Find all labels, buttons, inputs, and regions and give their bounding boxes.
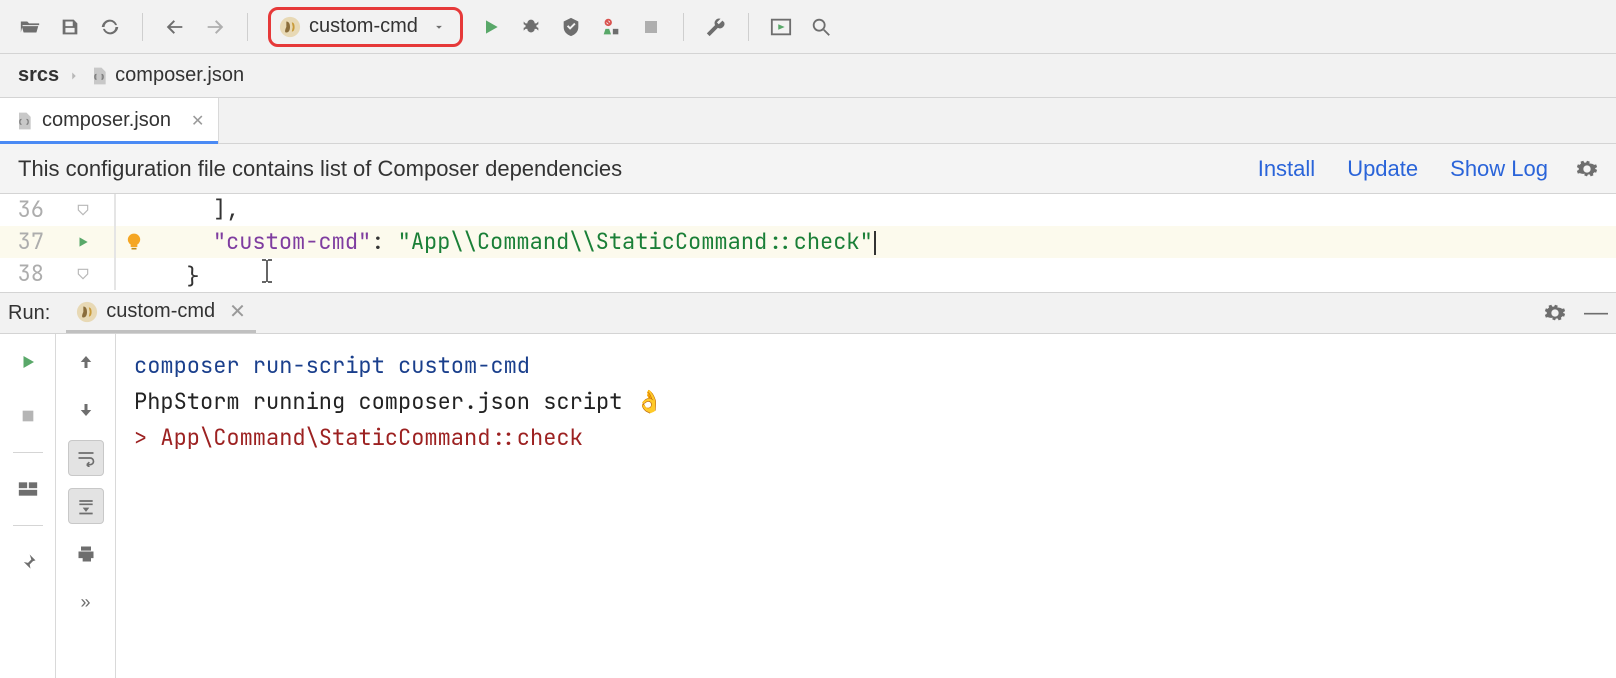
run-icon[interactable] xyxy=(473,9,509,45)
intention-bulb-icon[interactable] xyxy=(116,226,152,258)
composer-info-bar: This configuration file contains list of… xyxy=(0,144,1616,194)
stop-icon[interactable] xyxy=(633,9,669,45)
forward-icon[interactable] xyxy=(197,9,233,45)
composer-icon xyxy=(279,16,301,38)
close-icon[interactable]: ✕ xyxy=(191,111,204,131)
separator xyxy=(683,13,684,41)
gear-icon[interactable] xyxy=(1576,158,1598,180)
editor-line-current: 37 "custom-cmd": "App\\Command\\StaticCo… xyxy=(0,226,1616,258)
composer-icon xyxy=(76,301,98,323)
run-label: Run: xyxy=(8,302,50,325)
run-tool-window-header: Run: custom-cmd ✕ — xyxy=(0,292,1616,334)
json-file-icon xyxy=(14,111,34,131)
line-number: 36 xyxy=(0,194,52,226)
info-message: This configuration file contains list of… xyxy=(18,156,1226,182)
scroll-down-icon[interactable] xyxy=(68,392,104,428)
console-line: composer run-script custom-cmd xyxy=(134,348,1598,384)
code-text: } xyxy=(152,258,1616,290)
gutter xyxy=(52,194,114,226)
breadcrumb: srcs composer.json xyxy=(0,54,1616,98)
editor-tabs: composer.json ✕ xyxy=(0,98,1616,144)
back-icon[interactable] xyxy=(157,9,193,45)
text-cursor-icon xyxy=(260,258,274,284)
update-link[interactable]: Update xyxy=(1347,156,1418,182)
editor-tab-label: composer.json xyxy=(42,109,171,132)
chevron-down-icon xyxy=(432,20,446,34)
debug-icon[interactable] xyxy=(513,9,549,45)
json-file-icon xyxy=(89,66,109,86)
run-config-label: custom-cmd xyxy=(309,15,418,38)
console-line: PhpStorm running composer.json script 👌 xyxy=(134,384,1598,420)
editor-line: 38 } xyxy=(0,258,1616,290)
gear-icon[interactable] xyxy=(1544,302,1566,324)
breadcrumb-file[interactable]: composer.json xyxy=(89,64,244,87)
line-number: 38 xyxy=(0,258,52,290)
editor-line: 36 ], xyxy=(0,194,1616,226)
chevron-right-icon xyxy=(67,69,81,83)
console-output[interactable]: composer run-script custom-cmd PhpStorm … xyxy=(116,334,1616,678)
scroll-to-end-icon[interactable] xyxy=(68,488,104,524)
separator xyxy=(748,13,749,41)
code-text: "custom-cmd": "App\\Command\\StaticComma… xyxy=(152,226,1616,258)
breadcrumb-root[interactable]: srcs xyxy=(18,64,59,87)
separator xyxy=(247,13,248,41)
breadcrumb-root-label: srcs xyxy=(18,64,59,87)
code-text: ], xyxy=(152,194,1616,226)
code-editor[interactable]: 36 ], 37 "custom-cmd": "App\\Command\\St… xyxy=(0,194,1616,292)
ok-hand-emoji: 👌 xyxy=(636,387,663,416)
pin-icon[interactable] xyxy=(10,544,46,580)
gutter-run-icon[interactable] xyxy=(52,226,114,258)
run-tool-window: » composer run-script custom-cmd PhpStor… xyxy=(0,334,1616,678)
search-icon[interactable] xyxy=(803,9,839,45)
coverage-icon[interactable] xyxy=(553,9,589,45)
fold-end-icon[interactable] xyxy=(76,267,90,281)
run-tab[interactable]: custom-cmd ✕ xyxy=(66,293,256,333)
sync-icon[interactable] xyxy=(92,9,128,45)
fold-end-icon[interactable] xyxy=(76,203,90,217)
separator xyxy=(142,13,143,41)
soft-wrap-icon[interactable] xyxy=(68,440,104,476)
more-icon[interactable]: » xyxy=(68,584,104,620)
run-toolbar-left xyxy=(0,334,56,678)
show-log-link[interactable]: Show Log xyxy=(1450,156,1548,182)
run-config-selector[interactable]: custom-cmd xyxy=(268,7,463,47)
build-icon[interactable] xyxy=(698,9,734,45)
run-anything-icon[interactable] xyxy=(763,9,799,45)
scroll-up-icon[interactable] xyxy=(68,344,104,380)
print-icon[interactable] xyxy=(68,536,104,572)
line-number: 37 xyxy=(0,226,52,258)
breadcrumb-file-label: composer.json xyxy=(115,64,244,87)
text-caret xyxy=(874,231,876,255)
open-icon[interactable] xyxy=(12,9,48,45)
rerun-icon[interactable] xyxy=(10,344,46,380)
profile-icon[interactable] xyxy=(593,9,629,45)
run-toolbar-console: » xyxy=(56,334,116,678)
save-all-icon[interactable] xyxy=(52,9,88,45)
install-link[interactable]: Install xyxy=(1258,156,1315,182)
close-icon[interactable]: ✕ xyxy=(229,299,246,324)
stop-icon[interactable] xyxy=(10,398,46,434)
run-tab-label: custom-cmd xyxy=(106,300,215,323)
layout-icon[interactable] xyxy=(10,471,46,507)
console-line: > App\Command\StaticCommand::check xyxy=(134,420,1598,456)
main-toolbar: custom-cmd xyxy=(0,0,1616,54)
hide-icon[interactable]: — xyxy=(1584,299,1608,327)
gutter xyxy=(52,258,114,290)
editor-tab-composer[interactable]: composer.json ✕ xyxy=(0,98,219,143)
